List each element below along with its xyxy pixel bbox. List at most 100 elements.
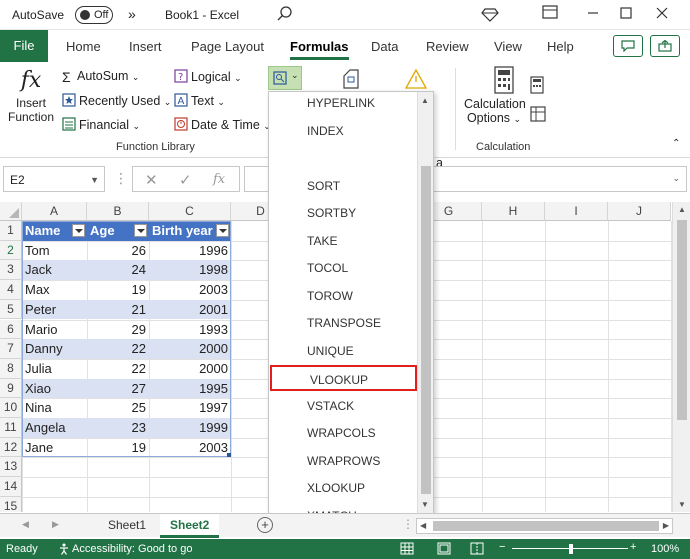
share-button[interactable] [650,35,680,57]
tab-home[interactable]: Home [66,39,101,54]
row-header[interactable]: 7 [0,339,22,359]
row-header[interactable]: 13 [0,457,22,478]
menu-item[interactable]: TOROW [269,283,417,309]
accessibility-icon[interactable] [58,543,70,558]
row-header[interactable]: 4 [0,280,22,300]
menu-scrollbar[interactable]: ▲ ▼ [417,92,433,513]
menu-item[interactable]: TAKE [269,228,417,254]
zoom-slider-thumb[interactable] [569,544,573,554]
menu-item[interactable]: TOCOL [269,255,417,281]
menu-item[interactable]: VSTACK [269,393,417,419]
minimize-icon[interactable] [583,4,603,24]
scrollbar-thumb[interactable] [677,220,687,420]
cancel-icon[interactable]: ✕ [145,171,158,189]
tab-insert[interactable]: Insert [129,39,162,54]
column-header[interactable]: C [149,202,231,221]
menu-item[interactable]: UNIQUE [269,338,417,364]
premium-diamond-icon[interactable] [481,5,499,26]
expand-formula-icon[interactable]: ⌄ [672,173,680,184]
column-header[interactable]: H [482,202,545,221]
text-button[interactable]: A Text ⌄ [174,93,225,108]
ribbon-display-icon[interactable] [540,4,560,24]
row-header[interactable]: 8 [0,358,22,379]
formula-bar-grip-icon[interactable]: ⋮ [114,170,128,187]
tab-page-layout[interactable]: Page Layout [191,39,264,54]
scroll-down-icon[interactable]: ▼ [678,500,686,509]
prev-sheet-icon[interactable]: ◀ [22,519,29,530]
zoom-level[interactable]: 100% [651,543,679,555]
scroll-up-icon[interactable]: ▲ [421,96,429,105]
menu-item[interactable]: SORTBY [269,200,417,226]
scroll-right-icon[interactable]: ▶ [663,521,669,530]
sheet-tab-sheet2[interactable]: Sheet2 [160,514,220,538]
insert-function-button[interactable]: fx Insert Function [8,66,54,124]
zoom-out-icon[interactable]: − [499,541,505,553]
add-sheet-button[interactable]: + [257,517,273,533]
collapse-ribbon-icon[interactable]: ⌃ [672,138,680,149]
menu-item[interactable]: XLOOKUP [269,475,417,501]
scroll-left-icon[interactable]: ◀ [420,521,426,530]
enter-icon[interactable]: ✓ [179,171,192,189]
calculate-now-icon[interactable] [530,76,544,97]
recently-used-button[interactable]: Recently Used ⌄ [62,93,171,108]
formula-auditing-icon[interactable] [404,68,428,93]
menu-item[interactable]: HYPERLINK [269,92,417,116]
tab-formulas[interactable]: Formulas [290,39,349,60]
scroll-down-icon[interactable]: ▼ [421,500,429,509]
row-header[interactable]: 15 [0,496,22,512]
tab-split-grip-icon[interactable]: ⋮ [402,517,414,531]
date-time-button[interactable]: Date & Time ⌄ [174,117,271,132]
search-icon[interactable] [276,5,294,26]
normal-view-icon[interactable] [400,542,414,558]
chevron-down-icon[interactable]: ▼ [90,175,99,185]
more-commands-icon[interactable]: » [128,6,136,22]
tab-review[interactable]: Review [426,39,469,54]
tab-view[interactable]: View [494,39,522,54]
maximize-icon[interactable] [616,4,636,24]
financial-button[interactable]: Financial ⌄ [62,117,140,132]
row-header[interactable]: 5 [0,299,22,320]
next-sheet-icon[interactable]: ▶ [52,519,59,530]
menu-item[interactable]: INDEX [269,118,417,144]
menu-item[interactable]: SORT [269,173,417,199]
row-header[interactable]: 9 [0,378,22,399]
sheet-tab-sheet1[interactable]: Sheet1 [98,514,156,538]
comments-button[interactable] [613,35,643,57]
menu-item[interactable]: TRANSPOSE [269,310,417,336]
tab-help[interactable]: Help [547,39,574,54]
row-header[interactable]: 14 [0,477,22,497]
hscroll-thumb[interactable] [433,521,659,531]
horizontal-scrollbar[interactable]: ◀ ▶ [416,518,673,534]
row-header[interactable]: 12 [0,437,22,458]
status-accessibility[interactable]: Accessibility: Good to go [72,543,192,555]
column-header[interactable]: B [87,202,149,221]
row-header[interactable]: 1 [0,221,22,241]
row-header[interactable]: 6 [0,319,22,340]
menu-item[interactable]: WRAPCOLS [269,420,417,446]
calculation-options-button[interactable]: Calculation Options ⌄ [464,66,526,125]
column-header[interactable]: A [22,202,87,221]
define-name-icon[interactable] [340,68,362,93]
column-header[interactable]: J [608,202,671,221]
lookup-reference-button[interactable]: ⌄ [268,66,302,90]
close-icon[interactable] [652,4,672,24]
row-header[interactable]: 3 [0,260,22,281]
column-header[interactable]: I [545,202,608,221]
insert-function-icon[interactable]: fx [213,172,225,187]
autosum-button[interactable]: Σ AutoSum ⌄ [62,69,139,85]
logical-button[interactable]: ? Logical ⌄ [174,69,242,84]
menu-scrollbar-thumb[interactable] [421,166,431,494]
page-break-view-icon[interactable] [470,542,484,558]
menu-item[interactable]: WRAPROWS [269,448,417,474]
tab-data[interactable]: Data [371,39,398,54]
autosave-toggle[interactable]: Off [75,6,113,24]
row-header[interactable]: 11 [0,418,22,438]
row-header[interactable]: 2 [0,240,22,261]
zoom-in-icon[interactable]: + [630,541,636,553]
scroll-up-icon[interactable]: ▲ [678,205,686,214]
select-all-corner[interactable] [0,202,22,221]
tab-file[interactable]: File [0,30,48,62]
row-header[interactable]: 10 [0,398,22,418]
table-resize-handle[interactable] [227,453,231,458]
menu-item[interactable]: VLOOKUP [270,365,417,391]
